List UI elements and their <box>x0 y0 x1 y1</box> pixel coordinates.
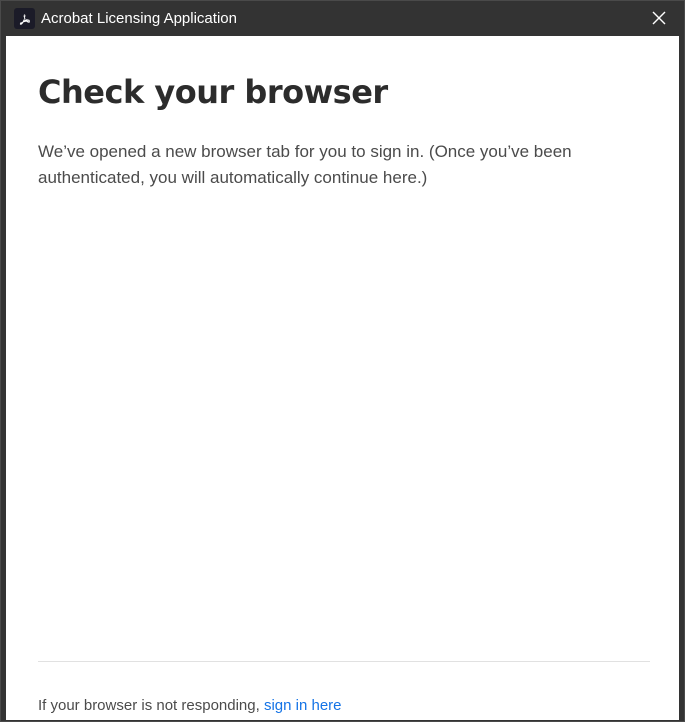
close-button[interactable] <box>644 4 674 32</box>
content-panel: Check your browser We’ve opened a new br… <box>6 36 679 720</box>
sign-in-message: We’ve opened a new browser tab for you t… <box>38 142 572 187</box>
acrobat-logo-icon <box>14 8 35 29</box>
title-bar[interactable]: Acrobat Licensing Application <box>1 1 684 36</box>
window-title: Acrobat Licensing Application <box>41 10 237 27</box>
footer-prompt: If your browser is not responding, <box>38 697 260 714</box>
close-icon <box>652 11 666 25</box>
app-window: Acrobat Licensing Application Check your… <box>0 0 685 722</box>
footer-text: If your browser is not responding, sign … <box>38 696 342 716</box>
footer-divider <box>38 661 650 662</box>
page-title: Check your browser <box>38 73 388 111</box>
sign-in-here-link[interactable]: sign in here <box>264 697 342 714</box>
